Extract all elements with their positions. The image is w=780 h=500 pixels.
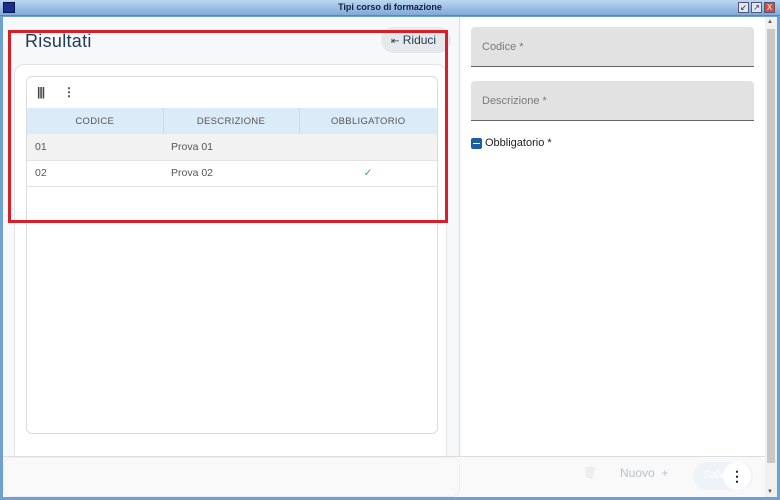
- scrollbar-thumb[interactable]: [767, 29, 775, 463]
- collapse-icon: ⇤: [391, 36, 400, 47]
- codice-field[interactable]: Codice *: [471, 27, 754, 67]
- cell-descrizione: Prova 02: [163, 160, 299, 187]
- plus-icon: +: [661, 466, 669, 480]
- table-toolbar: ||| ⋮: [27, 77, 437, 108]
- table-row[interactable]: 01 Prova 01: [27, 134, 437, 161]
- checkbox-indeterminate-icon[interactable]: [471, 137, 482, 149]
- checkbox-label: Obbligatorio *: [485, 137, 552, 149]
- detail-panel: Codice * Descrizione * Obbligatorio *: [461, 17, 765, 497]
- trash-icon[interactable]: 🗑: [583, 466, 597, 479]
- column-header-descrizione[interactable]: DESCRIZIONE: [163, 108, 300, 134]
- column-header-codice[interactable]: CODICE: [27, 108, 164, 134]
- window-title: Tipi corso di formazione: [338, 2, 442, 12]
- collapse-label: Riduci: [402, 33, 437, 47]
- vertical-scrollbar[interactable]: ▲ ▼: [765, 17, 777, 497]
- footer-bar: 🗑 Nuovo + Salva ⋮: [3, 456, 765, 497]
- results-panel: Risultati ⇤ Riduci ||| ⋮ CODICE DESCRIZIO…: [3, 17, 460, 497]
- cell-codice: 01: [27, 134, 163, 161]
- results-card: ||| ⋮ CODICE DESCRIZIONE OBBLIGATORIO 01 Pr…: [14, 64, 447, 464]
- maximize-button[interactable]: ↗: [751, 2, 762, 13]
- cell-codice: 02: [27, 160, 163, 187]
- scroll-up-icon[interactable]: ▲: [767, 19, 773, 25]
- collapse-button[interactable]: ⇤ Riduci: [381, 27, 451, 53]
- descrizione-field[interactable]: Descrizione *: [471, 81, 754, 121]
- more-vert-icon[interactable]: ⋮: [63, 85, 75, 99]
- results-table: CODICE DESCRIZIONE OBBLIGATORIO 01 Prova 01…: [27, 108, 437, 187]
- obbligatorio-checkbox[interactable]: Obbligatorio *: [471, 137, 552, 149]
- new-button[interactable]: Nuovo +: [620, 466, 668, 480]
- page-title: Risultati: [25, 31, 92, 51]
- minimize-button[interactable]: ↙: [738, 2, 749, 13]
- footer-left-area: [3, 457, 460, 497]
- table-row[interactable]: 02 Prova 02 ✓: [27, 160, 437, 187]
- scroll-down-icon[interactable]: ▼: [767, 489, 773, 495]
- cell-descrizione: Prova 01: [163, 134, 299, 161]
- new-label: Nuovo: [620, 466, 655, 480]
- more-actions-button[interactable]: ⋮: [723, 462, 751, 490]
- check-icon: ✓: [299, 160, 437, 187]
- cell-obbligatorio: [299, 134, 437, 161]
- results-table-card: ||| ⋮ CODICE DESCRIZIONE OBBLIGATORIO 01 Pr…: [26, 76, 438, 434]
- columns-icon[interactable]: |||: [37, 85, 45, 99]
- window-content: Risultati ⇤ Riduci ||| ⋮ CODICE DESCRIZIO…: [3, 17, 777, 497]
- close-button[interactable]: X: [764, 2, 775, 13]
- column-header-obbligatorio[interactable]: OBBLIGATORIO: [299, 108, 437, 134]
- title-bar: Tipi corso di formazione ↙ ↗ X: [0, 0, 780, 16]
